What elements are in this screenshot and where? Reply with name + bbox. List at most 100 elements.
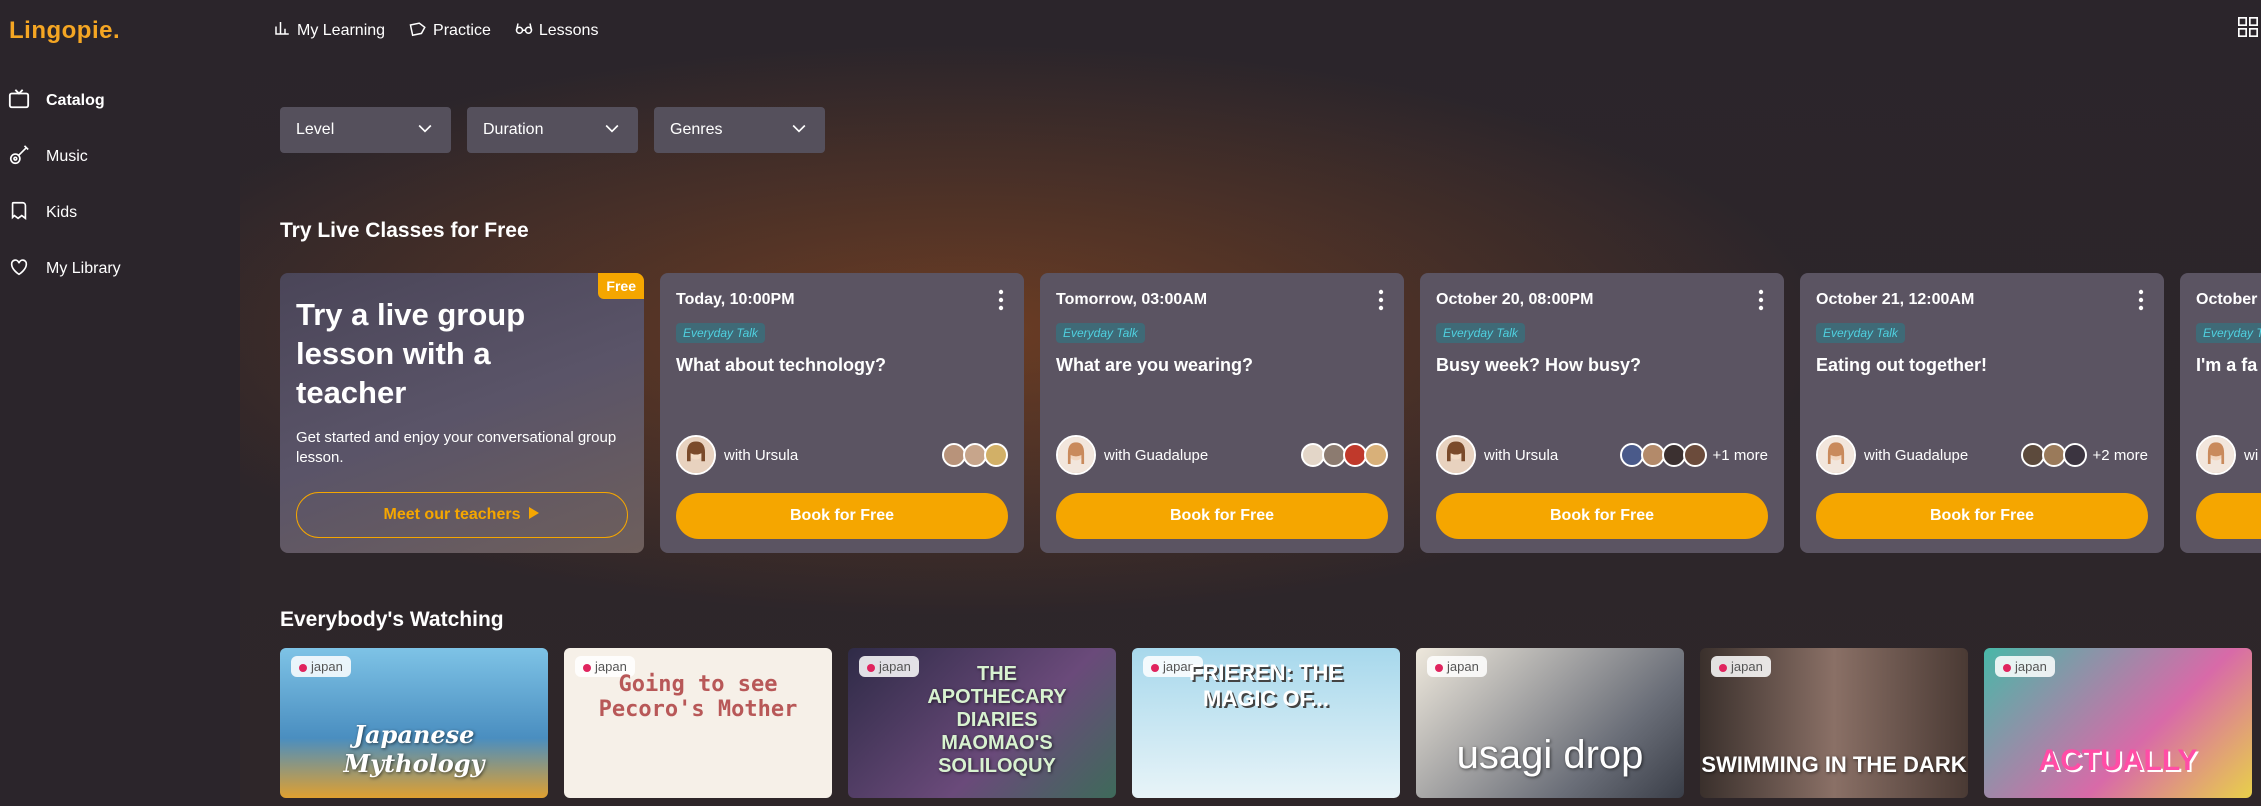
duration-filter[interactable]: Duration [467, 107, 638, 153]
language-badge: japan [1427, 656, 1487, 677]
live-class-card: Tomorrow, 03:00AM Everyday Talk What are… [1040, 273, 1404, 553]
sidebar-item-music[interactable]: Music [8, 139, 228, 175]
live-class-card: October 20, 08:00PM Everyday Talk Busy w… [1420, 273, 1784, 553]
student-avatars [942, 443, 1008, 467]
book-for-free-button[interactable]: Book for Free [676, 493, 1008, 539]
kids-icon [8, 200, 30, 227]
show-title: Going to see Pecoro's Mother [598, 672, 798, 722]
class-tag: Everyday Talk [2196, 323, 2261, 343]
logo[interactable]: Lingopie. [9, 17, 120, 45]
student-avatar [2041, 443, 2066, 467]
level-filter[interactable]: Level [280, 107, 451, 153]
sidebar-item-label: Music [46, 148, 88, 165]
live-class-card: October 21, 12:00AM Everyday Talk Eating… [1800, 273, 2164, 553]
class-tag: Everyday Talk [1436, 323, 1525, 343]
class-topic: I'm a fa [2196, 355, 2258, 375]
free-badge: Free [598, 273, 644, 299]
class-time: October [2196, 291, 2258, 308]
class-tag: Everyday Talk [676, 323, 765, 343]
more-options-icon[interactable] [2138, 289, 2144, 311]
teacher-name: with Ursula [1484, 446, 1559, 464]
nav-label: My Learning [297, 21, 386, 39]
show-tile[interactable]: japan Japanese Mythology [280, 648, 548, 798]
chevron-down-icon [789, 118, 809, 143]
heart-icon [8, 256, 30, 283]
sidebar-item-my-library[interactable]: My Library [8, 251, 228, 287]
sidebar-item-catalog[interactable]: Catalog [8, 83, 228, 119]
button-label: Meet our teachers [383, 506, 521, 523]
more-options-icon[interactable] [1378, 289, 1384, 311]
nav-label: Lessons [538, 21, 599, 39]
class-time: Today, 10:00PM [676, 291, 795, 308]
nav-practice[interactable]: Practice [409, 19, 491, 42]
student-avatar [1364, 443, 1388, 467]
teacher-avatar [2196, 435, 2236, 475]
book-for-free-button[interactable]: Book for Free [1436, 493, 1768, 539]
show-tile[interactable]: japan usagi drop [1416, 648, 1684, 798]
filters: Level Duration Genres [280, 107, 825, 153]
sidebar-item-label: Kids [46, 204, 78, 221]
student-avatars [1301, 443, 1388, 467]
student-avatar [1619, 443, 1644, 467]
nav-label: Practice [433, 21, 491, 39]
meet-teachers-button[interactable]: Meet our teachers [296, 492, 628, 538]
language-badge: japan [291, 656, 351, 677]
genres-filter[interactable]: Genres [654, 107, 825, 153]
show-title: SWIMMING IN THE DARK [1701, 752, 1967, 777]
class-time: October 20, 08:00PM [1436, 291, 1594, 308]
teacher-avatar [1816, 435, 1856, 475]
show-tile[interactable]: japan Going to see Pecoro's Mother [564, 648, 832, 798]
filter-label: Duration [483, 121, 544, 138]
show-title: ACTUALLY [2038, 744, 2198, 777]
teacher-avatar [1436, 435, 1476, 475]
more-students: +2 more [2092, 446, 2148, 464]
section-title-live-classes: Try Live Classes for Free [280, 219, 529, 242]
guitar-icon [8, 144, 30, 171]
chevron-down-icon [602, 118, 622, 143]
show-tile[interactable]: japan FRIEREN: THE MAGIC OF... [1132, 648, 1400, 798]
sidebar-item-label: My Library [46, 260, 121, 277]
more-students: +1 more [1712, 446, 1768, 464]
book-for-free-button[interactable]: Book for Free [1816, 493, 2148, 539]
student-avatar [1661, 443, 1686, 467]
filter-label: Genres [670, 121, 723, 138]
sidebar: Lingopie. Catalog Music Kids My Library [0, 0, 240, 806]
more-options-icon[interactable] [998, 289, 1004, 311]
class-topic: What are you wearing? [1056, 355, 1254, 375]
live-class-card: Today, 10:00PM Everyday Talk What about … [660, 273, 1024, 553]
language-badge: japan [1711, 656, 1771, 677]
sidebar-item-label: Catalog [46, 92, 105, 109]
student-avatar [1640, 443, 1665, 467]
show-tile[interactable]: japan SWIMMING IN THE DARK [1700, 648, 1968, 798]
student-avatars: +1 more [1619, 443, 1768, 467]
show-tile[interactable]: japan THE APOTHECARY DIARIES MAOMAO'S SO… [848, 648, 1116, 798]
class-tag: Everyday Talk [1056, 323, 1145, 343]
main-content: My Learning Practice Lessons Level Durat… [240, 0, 2261, 806]
class-topic: Busy week? How busy? [1436, 355, 1642, 375]
student-avatars: +2 more [2020, 443, 2148, 467]
student-avatar [2020, 443, 2045, 467]
show-title: usagi drop [1456, 733, 1644, 777]
live-class-card: October Everyday Talk I'm a fa wi [2180, 273, 2261, 553]
class-topic: Eating out together! [1816, 355, 1987, 375]
teacher-avatar [1056, 435, 1096, 475]
show-title: FRIEREN: THE MAGIC OF... [1189, 660, 1343, 711]
book-for-free-button[interactable] [2196, 493, 2261, 539]
show-tile[interactable]: japan ACTUALLY [1984, 648, 2252, 798]
more-options-icon[interactable] [1758, 289, 1764, 311]
apps-grid-icon[interactable] [2237, 16, 2259, 38]
top-nav: My Learning Practice Lessons [273, 19, 598, 42]
language-badge: japan [1995, 656, 2055, 677]
student-avatar [984, 443, 1008, 467]
nav-lessons[interactable]: Lessons [515, 19, 599, 42]
live-class-promo-card: Free Try a live group lesson with a teac… [280, 273, 644, 553]
class-time: October 21, 12:00AM [1816, 291, 1975, 308]
language-badge: japan [859, 656, 919, 677]
filter-label: Level [296, 121, 335, 138]
promo-heading: Try a live group lesson with a teacher [296, 297, 526, 410]
nav-my-learning[interactable]: My Learning [273, 19, 385, 42]
teacher-name: with Ursula [724, 446, 799, 464]
book-for-free-button[interactable]: Book for Free [1056, 493, 1388, 539]
sidebar-item-kids[interactable]: Kids [8, 195, 228, 231]
class-tag: Everyday Talk [1816, 323, 1905, 343]
